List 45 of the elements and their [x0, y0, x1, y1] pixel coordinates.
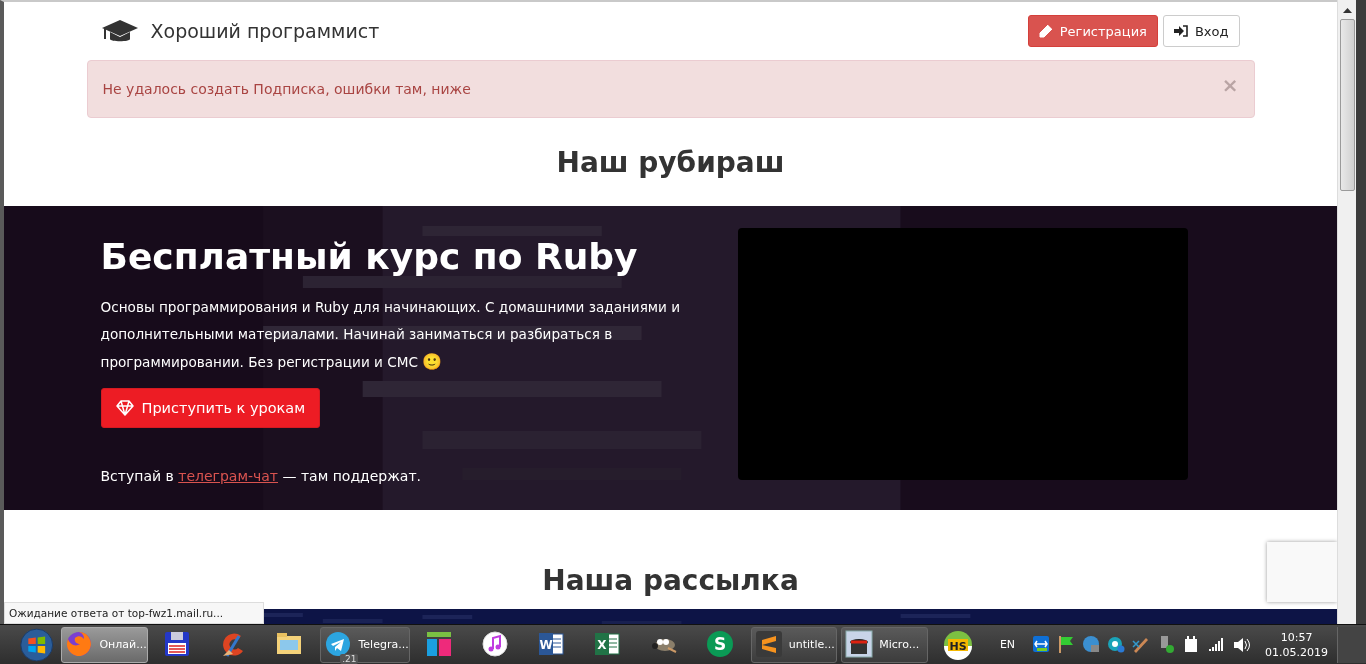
scrollbar[interactable] — [1337, 0, 1356, 624]
start-lessons-button[interactable]: Приступить к урокам — [100, 388, 321, 428]
taskbar-label: Telegra... — [358, 638, 409, 651]
pen-icon[interactable] — [1132, 635, 1151, 654]
letter-logo-icon: S — [705, 629, 736, 660]
clock[interactable]: 10:57 01.05.2019 — [1265, 629, 1329, 660]
sign-in-icon — [1173, 25, 1188, 37]
start-button[interactable] — [18, 626, 56, 663]
site-title[interactable]: Хороший программист — [150, 20, 380, 42]
clock-date: 01.05.2019 — [1265, 644, 1329, 660]
antivirus-icon[interactable] — [1107, 635, 1126, 654]
telegram-note: Вступай в телеграм-чат — там поддержат. — [100, 468, 423, 484]
flag-icon[interactable] — [1057, 635, 1076, 654]
login-button[interactable]: Вход — [1162, 15, 1240, 47]
section-heading: Наша рассылка — [542, 563, 799, 599]
scroll-thumb[interactable] — [1339, 19, 1355, 191]
signal-icon[interactable] — [1207, 635, 1226, 654]
clock-time: 10:57 — [1280, 629, 1313, 645]
status-message: Ожидание ответа от top-fwz1.mail.ru... — [4, 602, 264, 624]
taskbar-button[interactable]: .21 Telegra... — [320, 626, 410, 663]
taskbar-button[interactable]: Micro... — [841, 626, 928, 663]
music-note-icon — [480, 629, 511, 660]
telegram-link[interactable]: телеграм-чат — [178, 468, 278, 484]
alert-message: Не удалось создать Подписка, ошибки там, ниже — [102, 81, 471, 97]
taskbar-button[interactable]: untitle... — [750, 626, 838, 663]
taskbar-label: Онлай... — [99, 638, 147, 651]
taskbar-button[interactable]: Онлай... — [61, 626, 148, 663]
hero-title: Бесплатный курс по Ruby — [100, 235, 639, 279]
section-heading: Наш рубираш — [556, 144, 785, 181]
smiley-icon: 🙂 — [422, 352, 443, 371]
hero-description: Основы программирования и Ruby для начинающих. С домашними заданиями и дополнительными материалами. Начинай заниматься и разбираться в программировании. Без регистрации и СМС 🙂 — [100, 298, 682, 373]
taskbar-button[interactable]: HS — [929, 626, 986, 663]
taskbar-label: Micro... — [879, 638, 920, 651]
taskbar-button[interactable]: X — [580, 626, 637, 663]
round-logo-icon: HS — [942, 629, 973, 660]
gem-icon — [115, 400, 134, 416]
taskbar-label: untitle... — [788, 638, 835, 651]
remote-icon[interactable] — [1032, 635, 1051, 654]
scroll-up-icon[interactable] — [1342, 8, 1352, 13]
taskbar-button[interactable]: W — [524, 626, 581, 663]
taskbar-button[interactable]: S — [692, 626, 749, 663]
speaker-icon[interactable] — [1232, 635, 1251, 654]
register-button[interactable]: Регистрация — [1027, 15, 1158, 47]
language-indicator[interactable]: EN — [999, 638, 1016, 651]
count-badge: .21 — [340, 653, 359, 664]
